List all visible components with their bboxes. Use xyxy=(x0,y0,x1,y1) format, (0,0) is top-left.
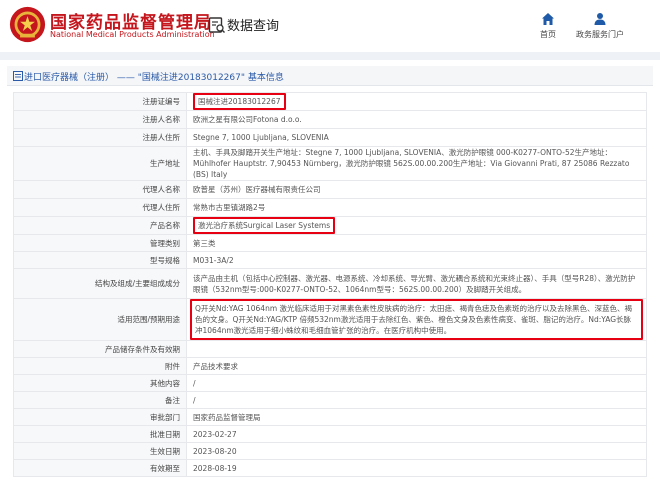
national-emblem-icon xyxy=(9,6,46,43)
table-row: 其他内容 / xyxy=(13,374,647,392)
registration-detail-table: 注册证编号 国械注进20183012267 注册人名称 欧洲之星有限公司Foto… xyxy=(13,92,647,477)
row-value: Stegne 7, 1000 Ljubljana, SLOVENIA xyxy=(186,128,647,147)
nav-service-portal-label: 政务服务门户 xyxy=(576,30,624,39)
row-label: 型号规格 xyxy=(13,251,187,269)
row-value xyxy=(186,340,647,358)
registration-number: 国械注进20183012267 xyxy=(193,93,286,110)
table-row: 审批部门 国家药品监督管理局 xyxy=(13,408,647,426)
home-icon xyxy=(542,13,554,25)
row-value: / xyxy=(186,391,647,409)
nav-service-portal[interactable]: 政务服务门户 xyxy=(570,12,630,40)
row-label: 适用范围/预期用途 xyxy=(13,298,187,341)
table-row: 附件 产品技术要求 xyxy=(13,357,647,375)
table-row: 适用范围/预期用途 Q开关Nd:YAG 1064nm 激光临床适用于对黑素色素性… xyxy=(13,298,647,341)
row-value: 2028-08-19 xyxy=(186,459,647,477)
row-value: 欧普星（苏州）医疗器械有限责任公司 xyxy=(186,180,647,199)
row-value: 产品技术要求 xyxy=(186,357,647,375)
table-row: 备注 / xyxy=(13,391,647,409)
table-row: 注册人名称 欧洲之星有限公司Fotona d.o.o. xyxy=(13,110,647,129)
product-name: 激光治疗系统Surgical Laser Systems xyxy=(193,217,336,234)
data-query-title: 数据查询 xyxy=(227,19,280,34)
row-label: 备注 xyxy=(13,391,187,409)
row-value: 主机、手具及脚踏开关生产地址：Stegne 7, 1000 Ljubljana,… xyxy=(186,146,647,181)
row-value: 2023-08-20 xyxy=(186,442,647,460)
table-row: 代理人住所 常熟市古里镇湖路2号 xyxy=(13,198,647,217)
user-icon xyxy=(594,13,606,25)
row-label: 注册证编号 xyxy=(13,92,187,111)
table-row: 有效期至 2028-08-19 xyxy=(13,459,647,477)
row-value: 常熟市古里镇湖路2号 xyxy=(186,198,647,217)
row-value: 该产品由主机（包括中心控制器、激光器、电源系统、冷却系统、导光臂、激光耦合系统和… xyxy=(186,268,647,299)
header-divider xyxy=(0,52,660,60)
breadcrumb-icon xyxy=(13,71,23,81)
data-query-icon xyxy=(208,17,225,33)
row-value: 国家药品监督管理局 xyxy=(186,408,647,426)
table-row: 生效日期 2023-08-20 xyxy=(13,442,647,460)
row-label: 注册人住所 xyxy=(13,128,187,147)
row-label: 产品名称 xyxy=(13,216,187,235)
row-label: 生产地址 xyxy=(13,146,187,181)
row-label: 代理人住所 xyxy=(13,198,187,217)
row-label: 产品储存条件及有效期 xyxy=(13,340,187,358)
row-label: 结构及组成/主要组成成分 xyxy=(13,268,187,299)
breadcrumb: 进口医疗器械（注册） —— "国械注进20183012267" 基本信息 xyxy=(7,66,653,86)
row-value: 2023-02-27 xyxy=(186,425,647,443)
intended-use: Q开关Nd:YAG 1064nm 激光临床适用于对黑素色素性皮肤病的治疗：太田痣… xyxy=(190,299,643,340)
breadcrumb-text: 进口医疗器械（注册） —— "国械注进20183012267" 基本信息 xyxy=(24,73,284,83)
org-name-en: National Medical Products Administration xyxy=(50,30,215,39)
row-label: 有效期至 xyxy=(13,459,187,477)
table-row: 型号规格 M031-3A/2 xyxy=(13,251,647,269)
table-row: 生产地址 主机、手具及脚踏开关生产地址：Stegne 7, 1000 Ljubl… xyxy=(13,146,647,181)
table-row: 批准日期 2023-02-27 xyxy=(13,425,647,443)
table-row: 管理类别 第三类 xyxy=(13,234,647,252)
site-header: 国家药品监督管理局 National Medical Products Admi… xyxy=(0,0,660,52)
nav-home-label: 首页 xyxy=(540,30,556,39)
row-label: 生效日期 xyxy=(13,442,187,460)
table-row: 注册证编号 国械注进20183012267 xyxy=(13,92,647,111)
row-value: / xyxy=(186,374,647,392)
table-row: 结构及组成/主要组成成分 该产品由主机（包括中心控制器、激光器、电源系统、冷却系… xyxy=(13,268,647,299)
table-row: 代理人名称 欧普星（苏州）医疗器械有限责任公司 xyxy=(13,180,647,199)
row-label: 管理类别 xyxy=(13,234,187,252)
row-value: 欧洲之星有限公司Fotona d.o.o. xyxy=(186,110,647,129)
row-value: 第三类 xyxy=(186,234,647,252)
row-label: 代理人名称 xyxy=(13,180,187,199)
row-label: 审批部门 xyxy=(13,408,187,426)
nav-home[interactable]: 首页 xyxy=(518,12,578,40)
row-label: 注册人名称 xyxy=(13,110,187,129)
row-value: M031-3A/2 xyxy=(186,251,647,269)
table-row: 注册人住所 Stegne 7, 1000 Ljubljana, SLOVENIA xyxy=(13,128,647,147)
row-label: 其他内容 xyxy=(13,374,187,392)
row-label: 附件 xyxy=(13,357,187,375)
table-row: 产品名称 激光治疗系统Surgical Laser Systems xyxy=(13,216,647,235)
table-row: 产品储存条件及有效期 xyxy=(13,340,647,358)
row-label: 批准日期 xyxy=(13,425,187,443)
